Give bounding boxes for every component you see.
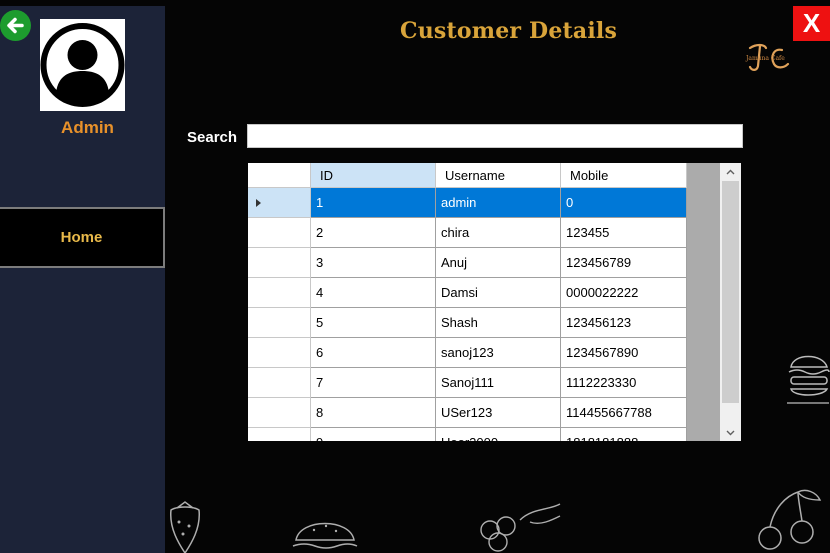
cell-mobile[interactable]: 1112223330 <box>561 368 687 398</box>
close-icon: X <box>802 8 821 38</box>
arrow-left-icon <box>7 17 24 34</box>
cell-mobile[interactable]: 114455667788 <box>561 398 687 428</box>
row-header[interactable] <box>248 338 311 368</box>
cell-username[interactable]: Ueer2000 <box>436 428 561 441</box>
cell-mobile[interactable]: 123455 <box>561 218 687 248</box>
scrollbar-thumb[interactable] <box>722 181 739 403</box>
avatar <box>40 19 125 111</box>
table-row[interactable]: 2 chira 123455 <box>248 218 687 248</box>
row-header-corner <box>248 163 311 188</box>
column-header-mobile[interactable]: Mobile <box>561 163 687 188</box>
row-header[interactable] <box>248 218 311 248</box>
row-header[interactable] <box>248 428 311 441</box>
cell-id[interactable]: 6 <box>311 338 436 368</box>
cell-username[interactable]: Damsi <box>436 278 561 308</box>
customer-grid: ID Username Mobile 1 admin 0 2 chira 123… <box>248 163 741 441</box>
user-avatar-icon <box>40 23 125 107</box>
table-row[interactable]: 1 admin 0 <box>248 188 687 218</box>
cell-username[interactable]: USer123 <box>436 398 561 428</box>
cell-mobile[interactable]: 0 <box>561 188 687 218</box>
cell-username[interactable]: admin <box>436 188 561 218</box>
table-row[interactable]: 5 Shash 123456123 <box>248 308 687 338</box>
grid-scrollbar[interactable] <box>720 163 741 441</box>
chevron-down-icon[interactable] <box>720 424 741 441</box>
cell-id[interactable]: 8 <box>311 398 436 428</box>
row-header[interactable] <box>248 398 311 428</box>
svg-text:Jamuna Cafe: Jamuna Cafe <box>745 55 785 62</box>
burger-doodle-icon <box>292 522 358 549</box>
cell-id[interactable]: 2 <box>311 218 436 248</box>
cherries-doodle-icon <box>758 489 822 550</box>
cell-id[interactable]: 7 <box>311 368 436 398</box>
row-header[interactable] <box>248 368 311 398</box>
close-button[interactable]: X <box>793 6 830 41</box>
cell-mobile[interactable]: 123456789 <box>561 248 687 278</box>
burger-doodle-icon <box>787 355 830 404</box>
column-header-username[interactable]: Username <box>436 163 561 188</box>
cafe-logo: Jamuna Cafe <box>742 40 802 76</box>
search-input[interactable] <box>247 124 743 148</box>
search-label: Search <box>187 129 238 146</box>
table-row[interactable]: 8 USer123 114455667788 <box>248 398 687 428</box>
home-button-label: Home <box>60 229 103 246</box>
table-row[interactable]: 3 Anuj 123456789 <box>248 248 687 278</box>
table-row[interactable]: 9 Ueer2000 1818181888 <box>248 428 687 441</box>
table-row[interactable]: 7 Sanoj111 1112223330 <box>248 368 687 398</box>
table-row[interactable]: 4 Damsi 0000022222 <box>248 278 687 308</box>
grapes-doodle-icon <box>480 503 561 552</box>
cell-id[interactable]: 9 <box>311 428 436 441</box>
home-button[interactable]: Home <box>0 207 165 268</box>
cell-username[interactable]: chira <box>436 218 561 248</box>
row-header[interactable] <box>248 308 311 338</box>
cell-mobile[interactable]: 0000022222 <box>561 278 687 308</box>
table-row[interactable]: 6 sanoj123 1234567890 <box>248 338 687 368</box>
cell-username[interactable]: Sanoj111 <box>436 368 561 398</box>
cell-mobile[interactable]: 123456123 <box>561 308 687 338</box>
cell-id[interactable]: 1 <box>311 188 436 218</box>
column-header-id[interactable]: ID <box>311 163 436 188</box>
back-button[interactable] <box>0 10 31 41</box>
cell-id[interactable]: 5 <box>311 308 436 338</box>
cell-id[interactable]: 3 <box>311 248 436 278</box>
cell-mobile[interactable]: 1234567890 <box>561 338 687 368</box>
row-header[interactable] <box>248 278 311 308</box>
cell-mobile[interactable]: 1818181888 <box>561 428 687 441</box>
chevron-up-icon[interactable] <box>720 163 741 180</box>
strawberry-doodle-icon <box>170 501 200 553</box>
page-title: Customer Details <box>400 18 618 44</box>
cell-username[interactable]: Anuj <box>436 248 561 278</box>
user-role-label: Admin <box>61 118 114 137</box>
grid-header: ID Username Mobile <box>248 163 687 188</box>
cell-id[interactable]: 4 <box>311 278 436 308</box>
cell-username[interactable]: sanoj123 <box>436 338 561 368</box>
cell-username[interactable]: Shash <box>436 308 561 338</box>
row-header[interactable] <box>248 188 311 218</box>
row-header[interactable] <box>248 248 311 278</box>
row-pointer-icon <box>256 199 261 207</box>
